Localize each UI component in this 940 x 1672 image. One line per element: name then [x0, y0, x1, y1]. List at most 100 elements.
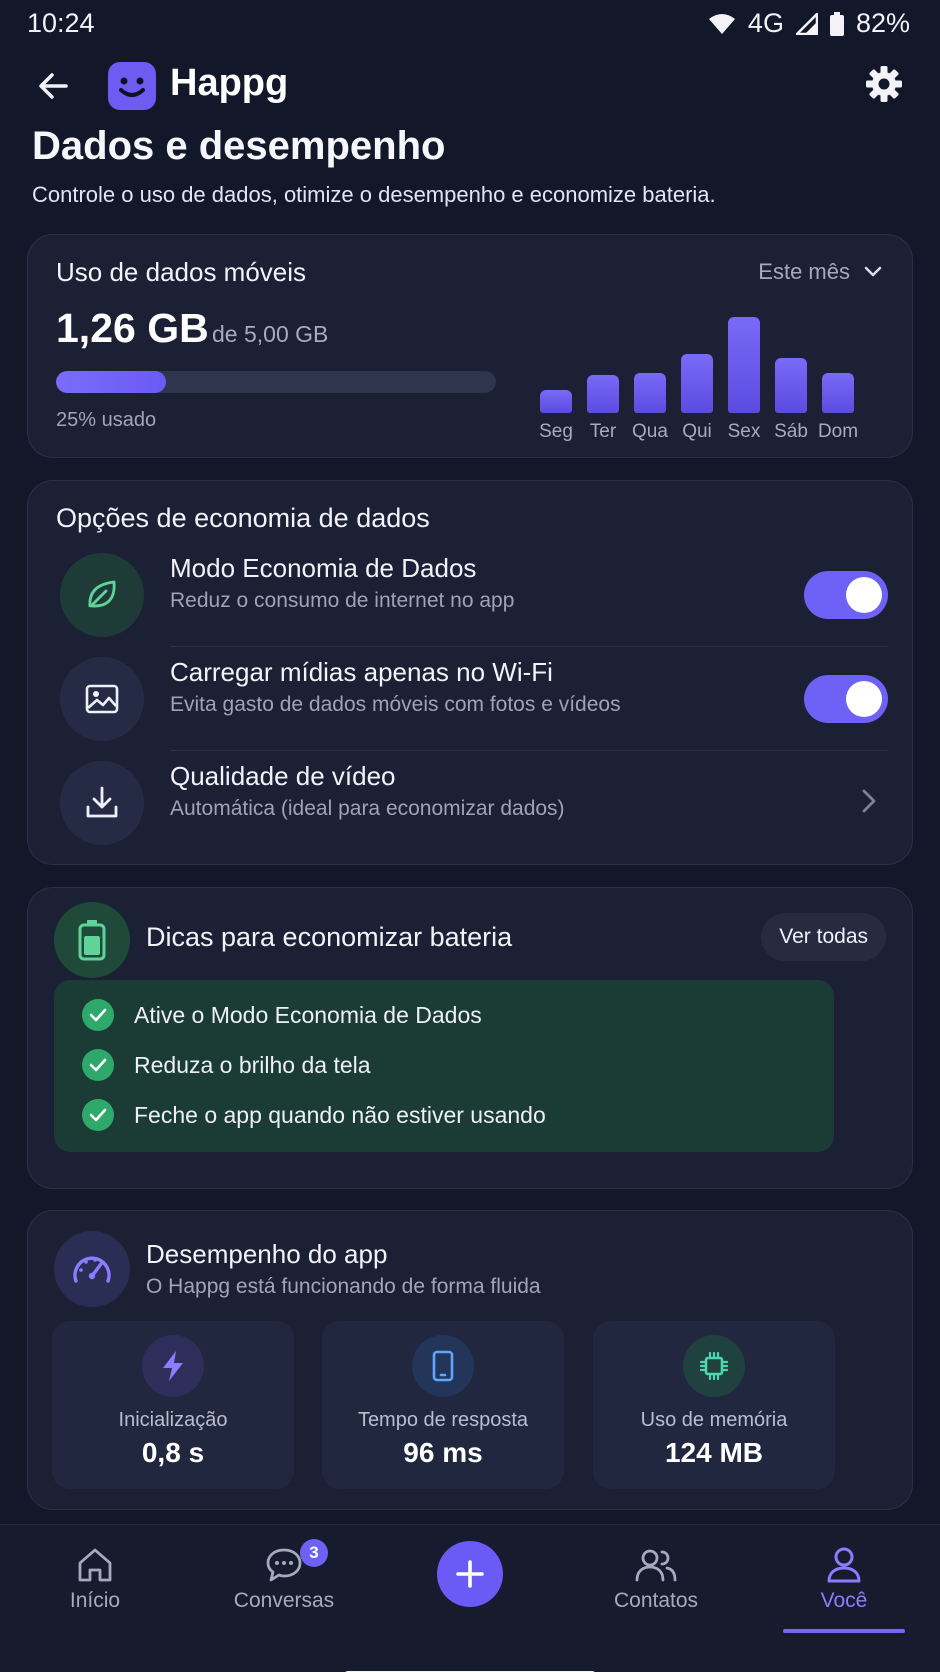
chevron-down-icon: [864, 266, 882, 277]
chart-tick-label: Qua: [632, 421, 668, 442]
period-label: Este mês: [758, 259, 850, 284]
option-description: Automática (ideal para economizar dados): [170, 797, 565, 820]
tip-text: Ative o Modo Economia de Dados: [134, 1001, 482, 1028]
chart-tick-label: Seg: [539, 421, 573, 442]
metric-value: 0,8 s: [141, 1437, 205, 1468]
chart-bar-2: [634, 373, 666, 413]
chart-bar-0: [540, 390, 572, 413]
tip-text: Feche o app quando não estiver usando: [134, 1101, 546, 1128]
data-usage-title: Uso de dados móveis: [56, 257, 307, 287]
data-saver-toggle[interactable]: [804, 571, 888, 619]
metric-response: Tempo de resposta 96 ms: [322, 1321, 564, 1489]
chart-tick-label: Ter: [589, 421, 617, 442]
page-title: Dados e desempenho: [32, 124, 446, 168]
option-title: Qualidade de vídeo: [170, 761, 396, 791]
home-icon: [78, 1548, 112, 1582]
battery-percent: 82%: [855, 8, 910, 38]
data-used-value: 1,26 GB: [56, 305, 209, 351]
nav-label: Contatos: [613, 1589, 699, 1612]
unread-badge: 3: [300, 1539, 328, 1567]
metric-label: Uso de memória: [640, 1409, 788, 1431]
wifi-media-toggle[interactable]: [804, 675, 888, 723]
chip-icon: [683, 1335, 745, 1397]
check-icon: [82, 999, 114, 1031]
metric-label: Inicialização: [118, 1409, 228, 1431]
battery-icon: [54, 902, 130, 978]
settings-button[interactable]: [864, 64, 904, 104]
toggle-knob: [846, 577, 882, 613]
status-bar: 10:24 4G 82%: [0, 0, 940, 52]
nav-label: Início: [69, 1589, 121, 1612]
tips-list: Ative o Modo Economia de Dados Reduza o …: [54, 980, 834, 1152]
video-quality-option[interactable]: Qualidade de vídeo Automática (ideal par…: [28, 751, 914, 855]
status-time: 10:24: [27, 8, 95, 38]
data-progress-label: 25% usado: [56, 409, 157, 431]
chart-tick-label: Sáb: [774, 421, 808, 442]
chat-icon: [266, 1548, 302, 1582]
signal-icon: [795, 12, 818, 35]
data-total-value: de 5,00 GB: [212, 321, 329, 347]
create-button[interactable]: [437, 1541, 503, 1607]
performance-title: Desempenho do app: [146, 1239, 388, 1269]
data-usage-card: Uso de dados móveis Este mês 1,26 GB de …: [27, 234, 913, 458]
chart-tick-label: Sex: [727, 421, 761, 442]
nav-label: Conversas: [233, 1589, 335, 1612]
image-icon: [60, 657, 144, 741]
metric-value: 96 ms: [403, 1437, 483, 1468]
check-icon: [82, 1049, 114, 1081]
leaf-icon: [60, 553, 144, 637]
list-item: Reduza o brilho da tela: [82, 1048, 371, 1082]
chart-bar-1: [587, 375, 619, 413]
weekly-usage-chart: Seg Ter Qua Qui Sex Sáb Dom: [539, 301, 900, 451]
app-bar: Happg: [0, 58, 940, 114]
data-economy-card: Opções de economia de dados Modo Economi…: [27, 480, 913, 865]
list-item: Ative o Modo Economia de Dados: [82, 998, 482, 1032]
smiley-logo-icon: [108, 62, 156, 110]
gear-icon: [866, 66, 902, 102]
network-label: 4G: [747, 8, 784, 38]
option-title: Carregar mídias apenas no Wi-Fi: [170, 657, 553, 687]
nav-item-chats[interactable]: 3 Conversas: [214, 1539, 354, 1625]
chart-bar-5: [775, 358, 807, 413]
phone-icon: [412, 1335, 474, 1397]
list-item: Feche o app quando não estiver usando: [82, 1098, 546, 1132]
chart-bar-4: [728, 317, 760, 413]
view-all-button[interactable]: Ver todas: [761, 913, 886, 961]
nav-item-contacts[interactable]: Contatos: [586, 1545, 726, 1625]
chart-tick-label: Dom: [817, 421, 859, 442]
check-icon: [82, 1099, 114, 1131]
data-progress-fill: [56, 371, 166, 393]
nav-item-home[interactable]: Início: [25, 1545, 165, 1625]
data-progress-bar: [56, 371, 496, 393]
option-description: Reduz o consumo de internet no app: [170, 589, 515, 612]
download-icon: [60, 761, 144, 845]
chevron-right-icon: [862, 789, 876, 813]
battery-tips-title: Dicas para economizar bateria: [146, 922, 513, 952]
back-button[interactable]: [34, 66, 74, 106]
chart-tick-label: Qui: [682, 421, 712, 442]
toggle-knob: [846, 681, 882, 717]
page-subtitle: Controle o uso de dados, otimize o desem…: [32, 182, 716, 207]
wifi-media-option[interactable]: Carregar mídias apenas no Wi-Fi Evita ga…: [28, 647, 914, 751]
status-indicators: 4G 82%: [708, 8, 910, 39]
nav-item-profile[interactable]: Você: [774, 1545, 914, 1625]
performance-card: Desempenho do app O Happg está funcionan…: [27, 1210, 913, 1510]
metric-memory: Uso de memória 124 MB: [593, 1321, 835, 1489]
option-description: Evita gasto de dados móveis com fotos e …: [170, 693, 621, 716]
metric-startup: Inicialização 0,8 s: [52, 1321, 294, 1489]
option-title: Modo Economia de Dados: [170, 553, 477, 583]
period-select[interactable]: Este mês: [758, 259, 882, 285]
metric-value: 124 MB: [664, 1437, 764, 1468]
chart-bar-6: [822, 373, 854, 413]
metric-label: Tempo de resposta: [357, 1409, 529, 1431]
chart-bar-3: [681, 354, 713, 413]
performance-subtitle: O Happg está funcionando de forma fluida: [146, 1275, 541, 1298]
speedometer-icon: [54, 1231, 130, 1307]
battery-tips-card: Dicas para economizar bateria Ver todas …: [27, 887, 913, 1189]
bottom-navigation: Início 3 Conversas Contatos Você: [0, 1524, 940, 1672]
tip-text: Reduza o brilho da tela: [134, 1051, 371, 1078]
wifi-icon: [708, 13, 735, 34]
back-arrow-icon: [39, 73, 68, 99]
profile-icon: [827, 1547, 861, 1583]
data-saver-option[interactable]: Modo Economia de Dados Reduz o consumo d…: [28, 543, 914, 647]
